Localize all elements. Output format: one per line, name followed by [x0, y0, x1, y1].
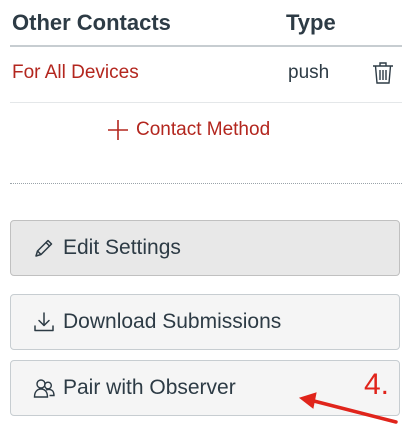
type-header: Type: [286, 10, 336, 35]
edit-settings-label: Edit Settings: [63, 236, 181, 259]
add-contact-method-label: Contact Method: [136, 119, 271, 140]
download-submissions-button[interactable]: Download Submissions: [10, 294, 400, 350]
annotation-arrow-icon: [298, 392, 398, 424]
contact-link-for-all-devices[interactable]: For All Devices: [12, 62, 139, 84]
section-divider: [10, 183, 402, 184]
pencil-icon: [35, 239, 53, 257]
edit-settings-button[interactable]: Edit Settings: [10, 220, 400, 276]
pair-with-observer-label: Pair with Observer: [63, 376, 236, 399]
other-contacts-header: Other Contacts: [12, 10, 171, 35]
profile-sidebar: Other Contacts Type For All Devices push…: [0, 0, 402, 425]
row-divider: [10, 102, 402, 103]
users-icon: [33, 379, 55, 398]
header-divider: [10, 45, 402, 47]
contact-type-value: push: [288, 62, 330, 83]
trash-icon[interactable]: [370, 60, 396, 86]
add-contact-method-button[interactable]: Contact Method: [106, 116, 270, 144]
plus-icon: [108, 120, 128, 140]
download-icon: [34, 312, 54, 332]
download-submissions-label: Download Submissions: [63, 310, 282, 333]
